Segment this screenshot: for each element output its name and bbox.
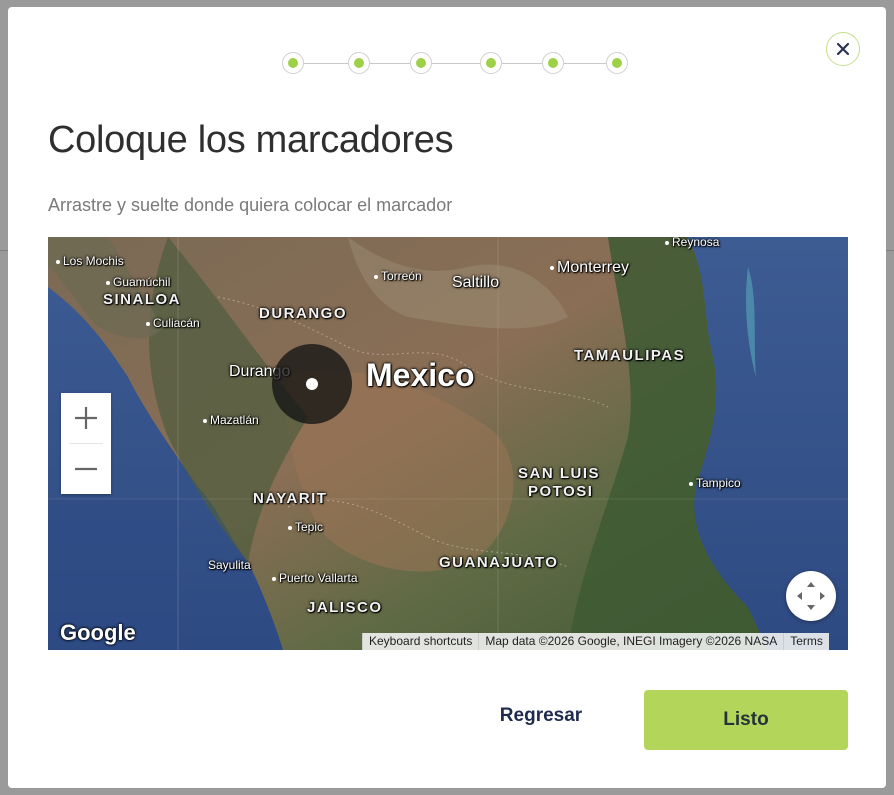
state-label: POTOSI: [528, 483, 594, 500]
city-label: Reynosa: [665, 237, 719, 249]
marker-center-dot: [306, 378, 318, 390]
city-label: Guamúchil: [106, 275, 170, 289]
step-connector: [502, 63, 542, 64]
fullscreen-arrows-icon: [797, 582, 825, 610]
terms-link[interactable]: Terms: [783, 633, 829, 650]
city-label: Los Mochis: [56, 254, 124, 268]
state-label: JALISCO: [307, 599, 383, 616]
close-button[interactable]: [826, 32, 860, 66]
step-2: [348, 52, 370, 74]
city-label: Tampico: [689, 476, 741, 490]
step-6: [606, 52, 628, 74]
step-4: [480, 52, 502, 74]
city-label: Mazatlán: [203, 413, 259, 427]
keyboard-shortcuts-link[interactable]: Keyboard shortcuts: [362, 633, 479, 650]
dialog-subtitle: Arrastre y suelte donde quiera colocar e…: [48, 195, 453, 215]
marker-dialog: Coloque los marcadores Arrastre y suelte…: [8, 7, 886, 788]
state-label: NAYARIT: [253, 490, 328, 507]
minus-icon: [75, 467, 97, 471]
city-label: Tepic: [288, 520, 323, 534]
step-connector: [370, 63, 410, 64]
progress-stepper: [282, 52, 632, 76]
plus-icon: [75, 407, 97, 429]
step-connector: [304, 63, 348, 64]
close-icon: [836, 42, 850, 56]
google-logo: Google: [60, 620, 136, 645]
map-view[interactable]: Los Mochis Guamúchil SINALOA Culiacán DU…: [48, 237, 848, 650]
back-button[interactable]: Regresar: [486, 697, 596, 735]
state-label: TAMAULIPAS: [574, 347, 686, 364]
step-3: [410, 52, 432, 74]
city-label: Monterrey: [550, 259, 629, 277]
step-5: [542, 52, 564, 74]
city-label: Torreón: [374, 269, 422, 283]
step-connector: [432, 63, 480, 64]
zoom-control: [61, 393, 111, 494]
state-label: SINALOA: [103, 291, 181, 308]
zoom-in-button[interactable]: [61, 393, 111, 443]
fullscreen-button[interactable]: [786, 571, 836, 621]
step-connector: [564, 63, 606, 64]
draggable-marker[interactable]: [272, 344, 352, 424]
country-label: Mexico: [366, 357, 475, 393]
map-data-text: Map data ©2026 Google, INEGI Imagery ©20…: [478, 633, 784, 650]
step-1: [282, 52, 304, 74]
state-label: GUANAJUATO: [439, 554, 559, 571]
state-label: SAN LUIS: [518, 465, 601, 482]
zoom-out-button[interactable]: [61, 444, 111, 494]
map-attribution: Keyboard shortcuts Map data ©2026 Google…: [362, 633, 829, 650]
done-button[interactable]: Listo: [644, 690, 848, 750]
state-label: DURANGO: [259, 305, 347, 322]
city-label: Sayulita: [208, 558, 251, 572]
city-label: Culiacán: [146, 316, 200, 330]
city-label: Saltillo: [452, 274, 500, 291]
city-label: Puerto Vallarta: [272, 571, 358, 585]
dialog-title: Coloque los marcadores: [48, 119, 454, 161]
